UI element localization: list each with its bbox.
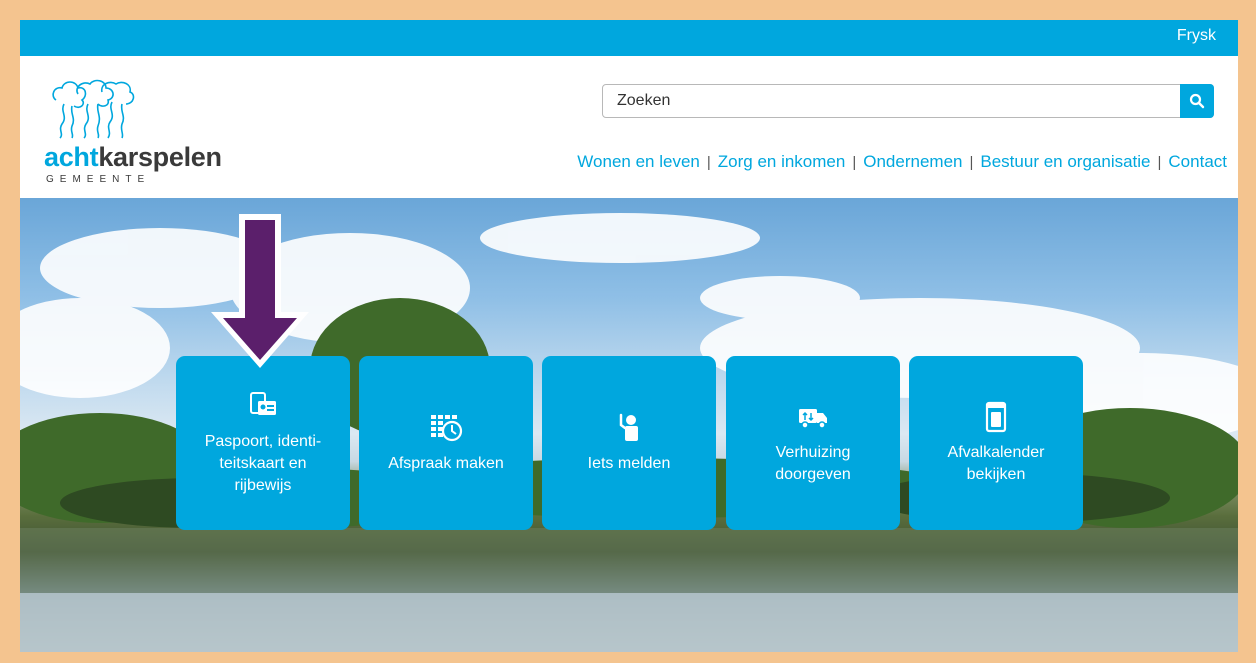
report-person-icon [619,413,638,441]
tile-afspraak-maken[interactable]: Afspraak maken [359,356,533,530]
nav-item-wonen-en-leven[interactable]: Wonen en leven [577,152,700,172]
nav-item-bestuur-en-organisatie[interactable]: Bestuur en organisatie [980,152,1150,172]
search-button[interactable] [1180,84,1214,118]
nav-item-ondernemen[interactable]: Ondernemen [863,152,962,172]
language-link-frysk[interactable]: Frysk [1177,27,1216,45]
down-arrow-annotation-icon [211,214,309,368]
hero-landscape-image: Paspoort, identi- teitskaart en rijbewij… [20,198,1238,652]
logo-wordmark: achtkarspelen [44,142,222,173]
search-input[interactable] [603,85,1178,117]
tile-label: Paspoort, identi- teitskaart en rijbewij… [204,433,322,494]
search-icon [1189,93,1205,109]
tile-paspoort[interactable]: Paspoort, identi- teitskaart en rijbewij… [176,356,350,530]
tile-iets-melden[interactable]: Iets melden [542,356,716,530]
tile-label: Verhuizing doorgeven [775,444,851,483]
logo-word-karspelen: karspelen [98,142,222,172]
tile-label: Afvalkalender bekijken [947,444,1045,483]
nav-item-contact[interactable]: Contact [1168,152,1227,172]
logo-word-acht: acht [44,142,99,172]
site-header: achtkarspelen GEMEENTE Wonen en leven | … [20,56,1238,198]
main-navigation: Wonen en leven | Zorg en inkomen | Onder… [577,152,1227,172]
nav-item-zorg-en-inkomen[interactable]: Zorg en inkomen [718,152,846,172]
moving-truck-icon [799,409,827,429]
search-box [602,84,1214,118]
tile-verhuizing[interactable]: Verhuizing doorgeven [726,356,900,530]
tile-label: Afspraak maken [388,455,504,472]
nav-separator: | [1157,153,1162,171]
trees-logo-icon [52,79,135,139]
waste-bin-icon [985,401,1007,433]
page-frame: Frysk achtkarspelen GEMEENTE Zoeken Wone… [20,20,1238,652]
municipality-logo[interactable]: achtkarspelen GEMEENTE [44,78,244,188]
logo-subtitle: GEMEENTE [46,174,151,185]
top-bar: Frysk [20,20,1238,56]
calendar-clock-icon [431,415,463,442]
nav-separator: | [969,153,974,171]
nav-separator: | [706,153,711,171]
tile-afvalkalender[interactable]: Afvalkalender bekijken [909,356,1083,530]
tile-label: Iets melden [587,455,671,472]
id-card-icon [250,392,276,415]
nav-separator: | [852,153,857,171]
